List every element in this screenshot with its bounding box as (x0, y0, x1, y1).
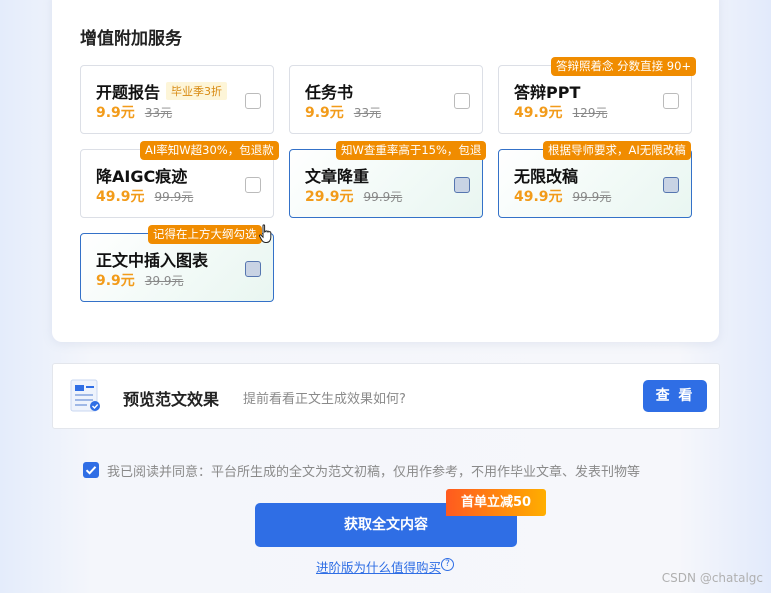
preview-title: 预览范文效果 (123, 390, 220, 409)
service-title: 正文中插入图表 (96, 251, 209, 270)
agreement-checkbox[interactable] (83, 462, 99, 478)
price-row: 29.9元 99.9元 (305, 186, 402, 206)
document-preview-icon (70, 379, 100, 412)
service-checkbox[interactable] (454, 93, 470, 109)
preview-hint: 提前看看正文生成效果如何? (243, 392, 406, 407)
service-title-text: 开题报告 (96, 83, 161, 102)
service-title: 降AIGC痕迹 (96, 167, 188, 186)
service-checkbox[interactable] (454, 177, 470, 193)
discount-tag: 毕业季3折 (166, 82, 228, 100)
service-card-task-book[interactable]: 任务书 9.9元 33元 (289, 65, 483, 134)
service-title: 无限改稿 (514, 167, 579, 186)
hand-pointer-icon (258, 224, 272, 243)
price-row: 49.9元 99.9元 (514, 186, 611, 206)
why-worth-buying-link[interactable]: 进阶版为什么值得购买 (316, 557, 441, 576)
service-checkbox[interactable] (245, 177, 261, 193)
preview-sample-box: 预览范文效果 提前看看正文生成效果如何? 查 看 (52, 363, 720, 429)
view-button[interactable]: 查 看 (643, 380, 707, 412)
service-original-price: 33元 (144, 106, 173, 120)
question-circle-icon[interactable]: ? (441, 558, 454, 571)
agreement-text: 我已阅读并同意：平台所生成的全文为范文初稿，仅用作参考，不用作毕业文章、发表刊物… (107, 465, 641, 480)
service-title: 开题报告 毕业季3折 (96, 79, 228, 103)
service-price: 9.9元 (96, 273, 135, 289)
service-title: 答辩PPT (514, 83, 581, 102)
service-checkbox[interactable] (245, 261, 261, 277)
checkmark-icon (85, 466, 97, 475)
first-order-promo-badge: 首单立减50 (446, 489, 546, 516)
section-title: 增值附加服务 (80, 29, 182, 49)
service-original-price: 33元 (353, 106, 382, 120)
price-row: 49.9元 129元 (514, 102, 607, 122)
price-row: 9.9元 33元 (96, 102, 172, 122)
service-card-proposal[interactable]: 开题报告 毕业季3折 9.9元 33元 (80, 65, 274, 134)
promo-badge: 答辩照着念 分数直接 90+ (551, 57, 697, 76)
price-row: 49.9元 99.9元 (96, 186, 193, 206)
service-original-price: 39.9元 (144, 274, 184, 288)
service-checkbox[interactable] (663, 177, 679, 193)
promo-badge: 记得在上方大纲勾选 (148, 225, 262, 244)
service-checkbox[interactable] (245, 93, 261, 109)
service-title: 任务书 (305, 83, 354, 102)
service-price: 9.9元 (96, 105, 135, 121)
price-row: 9.9元 33元 (305, 102, 381, 122)
service-original-price: 99.9元 (363, 190, 403, 204)
service-price: 49.9元 (514, 105, 563, 121)
watermark: CSDN @chatalgc (661, 571, 763, 585)
promo-badge: AI率知W超30%，包退款 (140, 141, 279, 160)
service-price: 9.9元 (305, 105, 344, 121)
service-original-price: 129元 (572, 106, 608, 120)
service-checkbox[interactable] (663, 93, 679, 109)
service-title: 文章降重 (305, 167, 370, 186)
promo-badge: 知W查重率高于15%，包退 (336, 141, 487, 160)
service-original-price: 99.9元 (154, 190, 194, 204)
service-original-price: 99.9元 (572, 190, 612, 204)
service-price: 49.9元 (96, 189, 145, 205)
service-price: 49.9元 (514, 189, 563, 205)
service-price: 29.9元 (305, 189, 354, 205)
promo-badge: 根据导师要求，AI无限改稿 (543, 141, 691, 160)
price-row: 9.9元 39.9元 (96, 270, 184, 290)
